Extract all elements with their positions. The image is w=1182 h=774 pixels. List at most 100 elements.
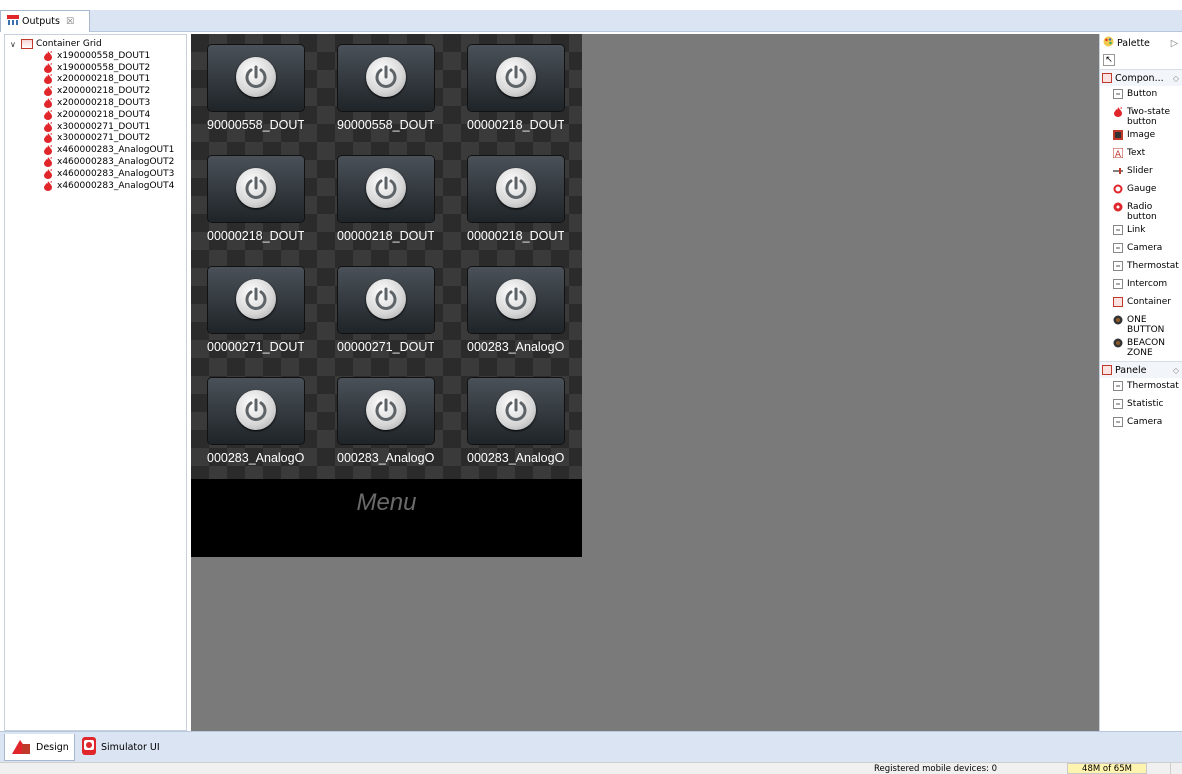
tree-root-label: Container Grid	[36, 39, 102, 49]
palette-item-link[interactable]: Link	[1100, 222, 1182, 240]
drawer-toggle-icon[interactable]: ◇	[1173, 74, 1179, 83]
palette-item-two-state-button[interactable]: Two-state button	[1100, 104, 1182, 127]
tree-item[interactable]: x190000558_DOUT2	[5, 62, 186, 74]
output-tile-label: 00000218_DOUT	[207, 229, 304, 243]
tree-item[interactable]: x200000218_DOUT4	[5, 109, 186, 121]
tab-outputs[interactable]: Outputs ☒	[0, 10, 90, 32]
phone-preview: 90000558_DOUT 90000558_DOUT 00000218_DOUT 0…	[191, 34, 582, 557]
output-tile[interactable]	[338, 267, 434, 333]
tree-item[interactable]: x200000218_DOUT1	[5, 74, 186, 86]
simulator-icon	[81, 736, 97, 759]
output-tile[interactable]	[468, 156, 564, 222]
two-state-button-icon	[43, 74, 53, 85]
two-state-button-icon	[43, 121, 53, 132]
drawer-toggle-icon[interactable]: ◇	[1173, 366, 1179, 375]
output-tile-label: 90000558_DOUT	[337, 118, 434, 132]
palette-item-image[interactable]: Image	[1100, 127, 1182, 145]
design-canvas[interactable]: 90000558_DOUT 90000558_DOUT 00000218_DOUT 0…	[191, 34, 1099, 731]
button-icon	[1113, 399, 1123, 409]
palette-item-radio-button[interactable]: Radio button	[1100, 199, 1182, 222]
output-tile[interactable]	[208, 378, 304, 444]
output-tile[interactable]	[338, 156, 434, 222]
tree-item[interactable]: x300000271_DOUT2	[5, 133, 186, 145]
components-title: Compon...	[1115, 72, 1164, 84]
output-tile[interactable]	[338, 45, 434, 111]
button-icon	[1113, 417, 1123, 427]
output-tile[interactable]	[208, 156, 304, 222]
palette-item-label: ONE BUTTON	[1127, 315, 1165, 335]
palette-item-gauge[interactable]: Gauge	[1100, 181, 1182, 199]
gauge-icon	[1113, 184, 1123, 194]
palette-item-label: Statistic	[1127, 399, 1164, 409]
output-tile-label: 00000271_DOUT	[337, 340, 434, 354]
palette-item-thermostat[interactable]: Thermostat	[1100, 378, 1182, 396]
palette-section-panels[interactable]: Panele ◇	[1100, 361, 1182, 378]
tree-item-label: x300000271_DOUT2	[57, 133, 151, 144]
tab-simulator-ui[interactable]: Simulator UI	[76, 734, 165, 761]
garbage-collect-icon[interactable]	[1170, 763, 1180, 774]
two-state-button-icon	[43, 168, 53, 179]
palette-item-intercom[interactable]: Intercom	[1100, 276, 1182, 294]
output-tile[interactable]	[468, 378, 564, 444]
tree-item[interactable]: x200000218_DOUT2	[5, 85, 186, 97]
outline-tree: ∨ Container Grid x190000558_DOUT1 x190000…	[4, 34, 187, 731]
tree-item-label: x300000271_DOUT1	[57, 121, 151, 132]
tree-item[interactable]: x460000283_AnalogOUT3	[5, 168, 186, 180]
container-grid-area[interactable]: 90000558_DOUT 90000558_DOUT 00000218_DOUT 0…	[191, 34, 582, 479]
window-top-edge	[0, 0, 1182, 10]
palette-item-container[interactable]: Container	[1100, 294, 1182, 312]
select-tool-icon[interactable]: ↖	[1103, 54, 1115, 66]
palette-item-label: Camera	[1127, 243, 1163, 253]
radio-icon	[1113, 202, 1123, 212]
close-icon[interactable]: ☒	[66, 17, 74, 27]
dot-icon	[1113, 315, 1123, 325]
components-drawer-icon	[1102, 73, 1112, 83]
chevron-down-icon[interactable]: ∨	[10, 40, 18, 49]
tree-item[interactable]: x190000558_DOUT1	[5, 50, 186, 62]
tree-item[interactable]: x460000283_AnalogOUT2	[5, 156, 186, 168]
palette-section-components[interactable]: Compon... ◇	[1100, 69, 1182, 86]
two-state-button-icon	[43, 157, 53, 168]
tab-design[interactable]: Design	[4, 734, 75, 761]
palette-item-text[interactable]: A Text	[1100, 145, 1182, 163]
tree-item-label: x460000283_AnalogOUT4	[57, 180, 175, 191]
dot-icon	[1113, 338, 1123, 348]
expand-arrow-icon[interactable]: ▷	[1171, 38, 1178, 49]
output-tile-label: 000283_AnalogOUT	[337, 451, 434, 465]
palette-item-button[interactable]: Button	[1100, 86, 1182, 104]
two-state-button-icon	[43, 180, 53, 191]
tree-item-label: x200000218_DOUT4	[57, 109, 151, 120]
output-tile[interactable]	[468, 45, 564, 111]
output-tile[interactable]	[338, 378, 434, 444]
palette-item-statistic[interactable]: Statistic	[1100, 396, 1182, 414]
palette-item-label: Button	[1127, 89, 1158, 99]
button-icon	[1113, 261, 1123, 271]
palette-item-label: BEACON ZONE	[1127, 338, 1165, 358]
tree-root-container-grid[interactable]: ∨ Container Grid	[5, 38, 186, 50]
palette-item-label: Gauge	[1127, 184, 1157, 194]
tree-item-label: x460000283_AnalogOUT3	[57, 168, 175, 179]
tab-outputs-label: Outputs	[22, 16, 60, 27]
tree-item[interactable]: x200000218_DOUT3	[5, 97, 186, 109]
tree-item[interactable]: x300000271_DOUT1	[5, 121, 186, 133]
image-icon	[1113, 130, 1123, 140]
palette-item-beacon-zone[interactable]: BEACON ZONE	[1100, 335, 1182, 358]
palette-item-one-button[interactable]: ONE BUTTON	[1100, 312, 1182, 335]
palette-item-thermostat[interactable]: Thermostat	[1100, 258, 1182, 276]
output-tile[interactable]	[208, 267, 304, 333]
tree-item[interactable]: x460000283_AnalogOUT1	[5, 144, 186, 156]
output-tile-label: 000283_AnalogOUT	[467, 451, 564, 465]
power-icon	[496, 279, 536, 319]
tree-item[interactable]: x460000283_AnalogOUT4	[5, 180, 186, 192]
output-tile[interactable]	[208, 45, 304, 111]
palette-item-camera[interactable]: Camera	[1100, 240, 1182, 258]
palette-item-camera[interactable]: Camera	[1100, 414, 1182, 432]
menu-bar[interactable]: Menu	[191, 479, 582, 557]
button-icon	[1113, 243, 1123, 253]
memory-indicator[interactable]: 48M of 65M	[1067, 763, 1147, 774]
power-icon	[366, 390, 406, 430]
two-state-button-icon	[43, 109, 53, 120]
output-tile[interactable]	[468, 267, 564, 333]
palette-item-slider[interactable]: Slider	[1100, 163, 1182, 181]
two-state-button-icon	[43, 86, 53, 97]
